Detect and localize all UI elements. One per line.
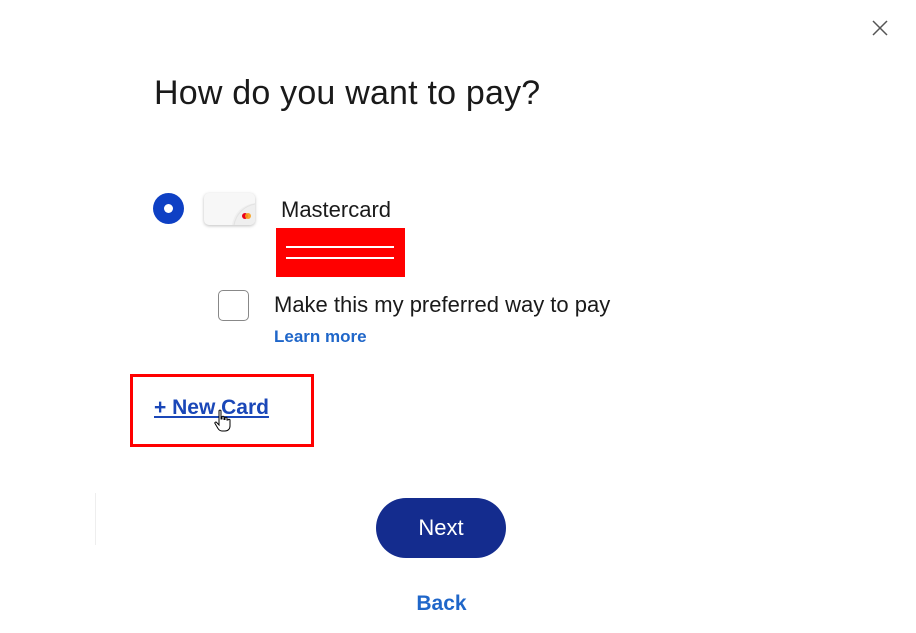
learn-more-link[interactable]: Learn more — [274, 327, 367, 347]
mastercard-card-icon — [204, 193, 255, 225]
payment-method-radio[interactable] — [153, 193, 184, 224]
redacted-card-number — [276, 228, 405, 277]
new-card-link[interactable]: + New Card — [154, 396, 269, 420]
close-icon — [872, 20, 888, 36]
payment-dialog: How do you want to pay? Mastercard Make … — [0, 0, 916, 633]
back-link[interactable]: Back — [0, 592, 883, 616]
radio-selected-dot — [164, 204, 173, 213]
card-brand-label: Mastercard — [281, 197, 392, 222]
preferred-payment-label: Make this my preferred way to pay — [274, 292, 611, 317]
close-button[interactable] — [870, 18, 890, 38]
next-button[interactable]: Next — [376, 498, 506, 558]
preferred-payment-checkbox[interactable] — [218, 290, 249, 321]
divider — [95, 493, 96, 545]
hand-cursor-icon — [214, 409, 231, 432]
page-title: How do you want to pay? — [154, 74, 541, 112]
